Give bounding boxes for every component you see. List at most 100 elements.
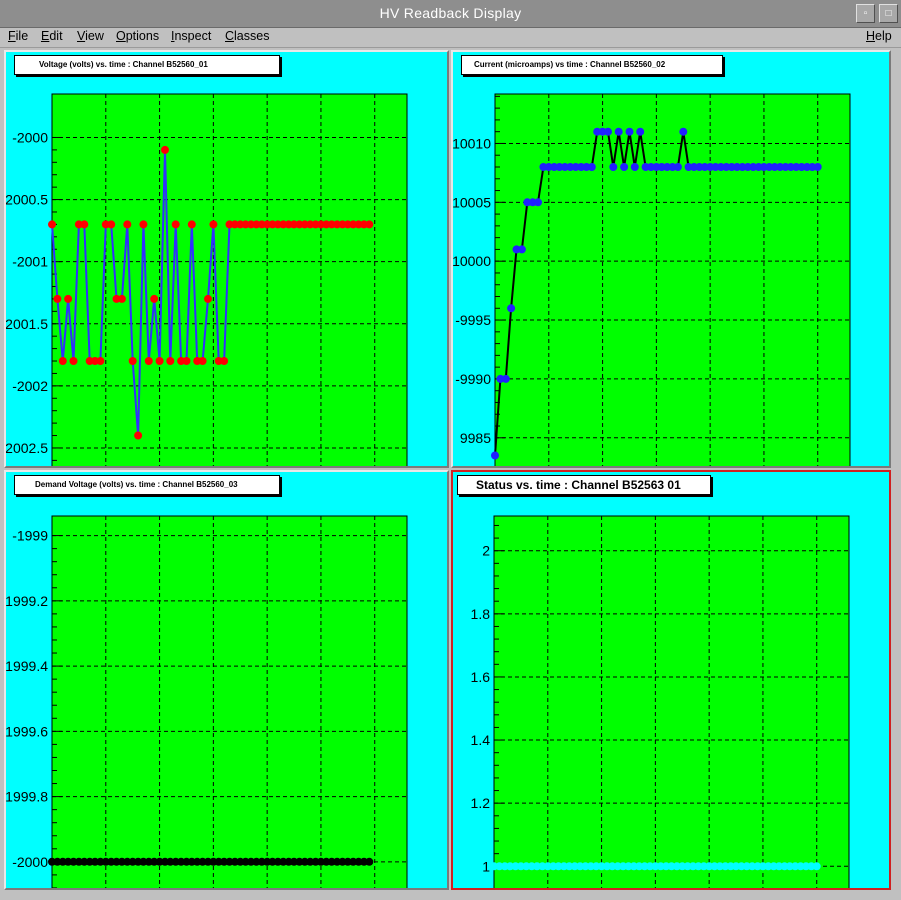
data-point xyxy=(128,357,137,365)
menu-inspect-rest: nspect xyxy=(174,29,212,43)
menu-help-mnemonic: H xyxy=(866,29,876,43)
data-point xyxy=(220,357,229,365)
y-tick-label: 2001.5 xyxy=(6,316,48,332)
data-point xyxy=(139,220,148,229)
menu-classes-mnemonic: C xyxy=(225,29,235,43)
menu-view-mnemonic: V xyxy=(77,29,86,43)
pad-status[interactable]: Status vs. time : Channel B52563 01 0501… xyxy=(451,470,891,890)
data-point xyxy=(166,357,175,365)
y-tick-label: 1.2 xyxy=(471,795,491,811)
window-titlebar[interactable]: HV Readback Display ▫ □ xyxy=(0,0,901,28)
data-point xyxy=(134,431,143,440)
data-point xyxy=(620,163,629,171)
data-point xyxy=(96,357,105,365)
menu-bar: File Edit View Options Inspect Classes H… xyxy=(0,28,901,48)
data-point xyxy=(636,127,645,136)
data-point xyxy=(365,857,374,866)
y-tick-label: 1 xyxy=(482,858,490,874)
y-tick-label: 1999.2 xyxy=(6,593,48,609)
pad-voltage[interactable]: Voltage (volts) vs. time : Channel B5256… xyxy=(4,50,449,468)
y-tick-label: 10005 xyxy=(453,194,491,210)
menu-classes[interactable]: Classes xyxy=(225,29,269,43)
y-tick-label: 2000.5 xyxy=(6,192,48,208)
data-point xyxy=(614,127,623,136)
pad-current[interactable]: Current (microamps) vs time : Channel B5… xyxy=(451,50,891,468)
data-point xyxy=(107,220,116,229)
menu-inspect[interactable]: Inspect xyxy=(171,29,211,43)
window-title: HV Readback Display xyxy=(379,5,522,21)
data-point xyxy=(812,862,821,871)
data-point xyxy=(69,357,78,365)
plot-frame xyxy=(494,93,851,466)
y-tick-label: 1999.8 xyxy=(6,789,48,805)
menu-view[interactable]: View xyxy=(77,29,104,43)
y-tick-label: 2 xyxy=(482,543,490,559)
demand-voltage-chart: 050100150200250300-19991999.21999.41999.… xyxy=(6,515,408,888)
y-tick-label: 2002.5 xyxy=(6,440,48,456)
data-point xyxy=(144,357,153,365)
data-point xyxy=(53,294,62,303)
data-point xyxy=(534,198,542,207)
menu-help[interactable]: Help xyxy=(866,29,892,43)
maximize-icon: □ xyxy=(885,8,892,19)
data-point xyxy=(630,163,639,171)
data-point xyxy=(150,294,159,303)
menu-options-rest: ptions xyxy=(125,29,160,43)
data-point xyxy=(501,374,510,383)
voltage-chart: 050100150200250300-20002000.5-20012001.5… xyxy=(6,93,408,466)
y-tick-label: -2002 xyxy=(12,378,48,394)
plot-frame xyxy=(51,515,408,888)
data-point xyxy=(48,220,56,229)
menu-edit-rest: dit xyxy=(49,29,63,43)
data-point xyxy=(604,127,612,136)
menu-file[interactable]: File xyxy=(8,29,28,43)
y-tick-label: 1.8 xyxy=(471,606,491,622)
data-point xyxy=(609,163,618,171)
data-point xyxy=(209,220,218,229)
data-point xyxy=(123,220,132,229)
data-point xyxy=(117,294,126,303)
y-tick-label: -1999 xyxy=(12,528,48,544)
data-point xyxy=(491,451,499,460)
menu-help-rest: elp xyxy=(875,29,892,43)
data-point xyxy=(204,294,212,303)
menu-options[interactable]: Options xyxy=(116,29,159,43)
menu-edit[interactable]: Edit xyxy=(41,29,63,43)
data-point xyxy=(80,220,89,229)
data-point xyxy=(187,220,196,229)
status-chart: 05010015020025030011.21.41.61.82Time (mi… xyxy=(471,515,850,888)
menu-file-mnemonic: F xyxy=(8,29,16,43)
menu-file-rest: ile xyxy=(15,29,29,43)
menu-view-rest: iew xyxy=(85,29,104,43)
data-point xyxy=(365,220,374,229)
data-point xyxy=(587,163,596,171)
y-tick-label: 9985 xyxy=(460,430,491,446)
y-tick-label: 1.4 xyxy=(471,732,491,748)
minimize-button[interactable]: ▫ xyxy=(856,4,875,23)
data-point xyxy=(673,163,682,171)
data-point xyxy=(813,163,822,171)
y-tick-label: 10000 xyxy=(453,253,491,269)
data-point xyxy=(625,127,634,136)
data-point xyxy=(507,304,516,313)
pad-demand-voltage[interactable]: Demand Voltage (volts) vs. time : Channe… xyxy=(4,470,449,890)
data-point xyxy=(155,357,164,365)
data-point xyxy=(517,245,526,254)
y-tick-label: 10010 xyxy=(453,135,491,151)
y-tick-label: 1999.4 xyxy=(6,658,48,674)
data-point xyxy=(161,145,169,154)
y-tick-label: -9990 xyxy=(455,371,491,387)
data-point xyxy=(679,127,688,136)
y-tick-label: -2001 xyxy=(12,254,48,270)
data-point xyxy=(58,357,67,365)
data-point xyxy=(171,220,180,229)
data-point xyxy=(198,357,207,365)
maximize-button[interactable]: □ xyxy=(879,4,898,23)
plot-frame xyxy=(51,93,408,466)
menu-options-mnemonic: O xyxy=(116,29,126,43)
plot-frame xyxy=(493,515,850,888)
y-tick-label: -2000 xyxy=(12,129,48,145)
y-tick-label: 1.6 xyxy=(471,669,491,685)
minimize-icon: ▫ xyxy=(863,8,868,19)
data-point xyxy=(64,294,73,303)
